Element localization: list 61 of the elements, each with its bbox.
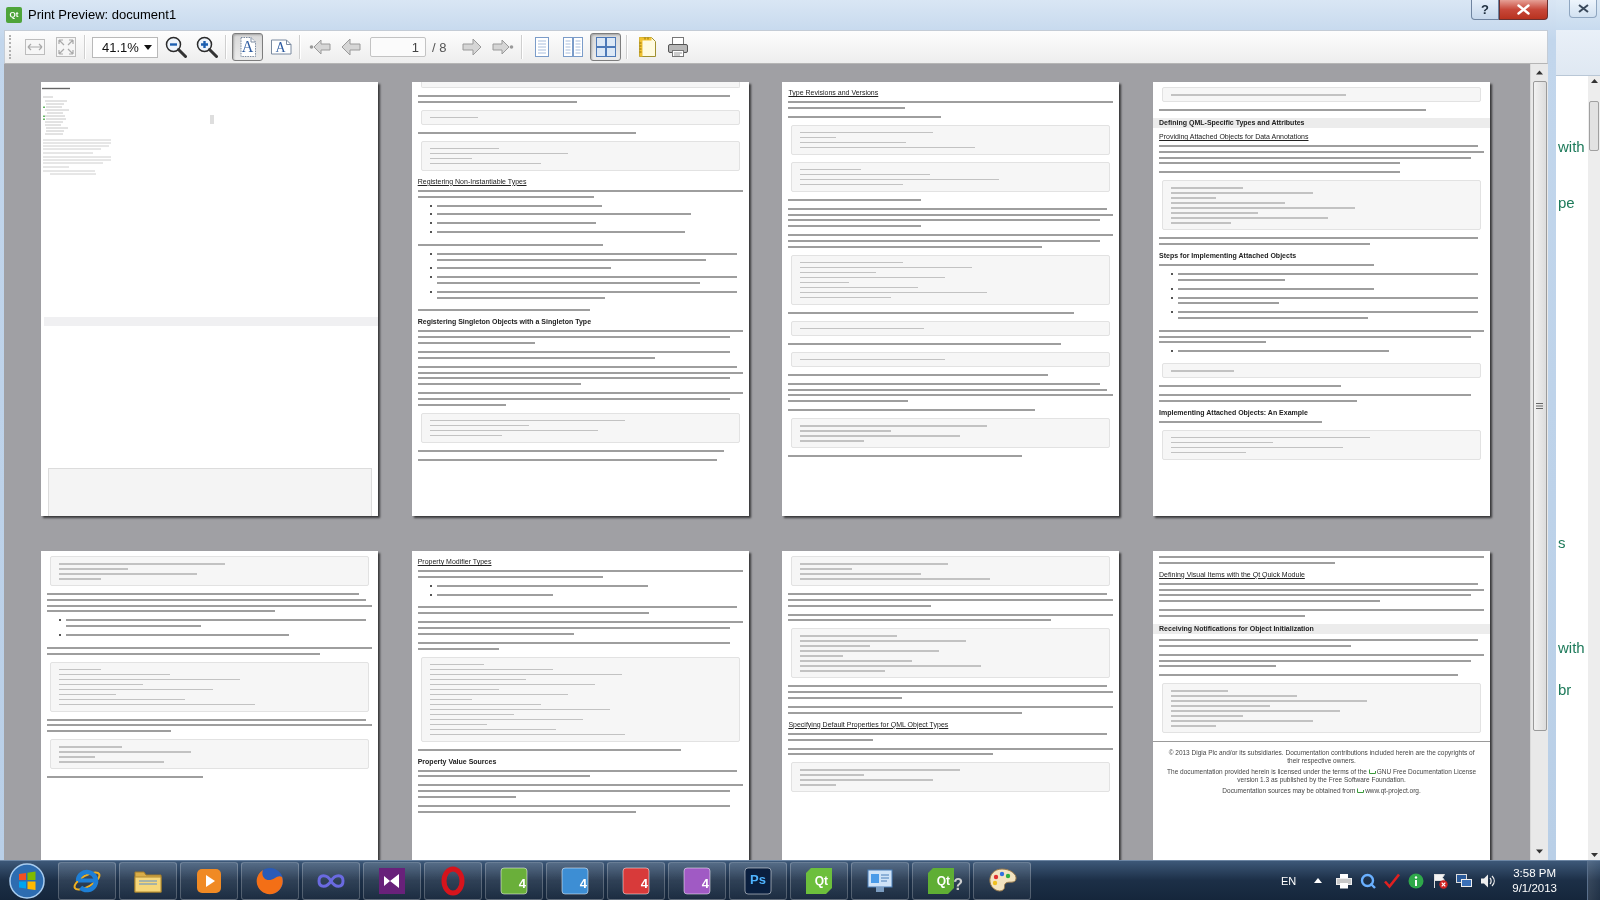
partial-heading: s (1558, 534, 1566, 552)
zoom-combo[interactable]: 41.1% (92, 36, 158, 58)
left-arrow-icon (339, 36, 362, 58)
printer-icon (666, 36, 689, 58)
show-desktop-button[interactable] (1587, 860, 1600, 900)
bowtie-tile-icon (377, 865, 407, 896)
caret-icon (144, 44, 152, 50)
portrait-button[interactable]: A (232, 33, 263, 61)
taskbar-button[interactable] (363, 861, 421, 900)
partial-heading: with (1558, 639, 1585, 657)
check-icon[interactable] (1384, 872, 1401, 889)
landscape-button[interactable]: A (267, 33, 294, 61)
taskbar-button[interactable] (973, 861, 1031, 900)
partial-heading: with (1558, 138, 1585, 156)
close-button[interactable] (1499, 0, 1548, 20)
window-title: Print Preview: document1 (28, 7, 177, 23)
two-pages-icon (561, 36, 584, 58)
taskbar-button[interactable] (851, 861, 909, 900)
landscape-page-icon (269, 36, 292, 58)
caret-icon[interactable] (1314, 878, 1323, 883)
close-icon (1577, 4, 1589, 13)
app-icon: Qt (6, 7, 22, 23)
help-button[interactable]: ? (1471, 0, 1499, 20)
taskbar-button[interactable]: 4 (607, 861, 665, 900)
horizontal-arrows-icon (23, 36, 46, 58)
toolbar-grip[interactable] (9, 35, 13, 59)
globe-icon (255, 865, 285, 896)
close-icon (1517, 4, 1530, 15)
page-count-label: / 8 (432, 39, 447, 55)
taskbar-button[interactable] (58, 861, 116, 900)
info-icon[interactable] (1408, 872, 1425, 889)
speaker-icon[interactable] (1480, 872, 1497, 889)
zoom-out-icon (164, 36, 187, 58)
flag-icon[interactable] (1432, 872, 1449, 889)
expand-arrows-icon (54, 36, 77, 58)
link-icon (1368, 769, 1376, 775)
all-pages-button[interactable] (590, 33, 622, 61)
scroll-thumb[interactable] (1532, 81, 1547, 731)
zoom-in-icon (195, 36, 218, 58)
scroll-thumb[interactable] (1589, 101, 1599, 151)
grip-icon (1536, 403, 1543, 409)
partial-heading: br (1558, 681, 1572, 699)
taskbar-button[interactable]: Ps (729, 861, 787, 900)
taskbar-button[interactable]: Qt ? (912, 861, 970, 900)
network-icon[interactable] (1456, 872, 1473, 889)
shaded-mark (210, 115, 214, 124)
partial-heading: pe (1558, 194, 1575, 212)
page-grid-icon (594, 36, 617, 58)
flag-orb-icon (9, 862, 45, 899)
window-toolbar (1556, 30, 1600, 76)
page-field[interactable]: 1 (370, 37, 426, 57)
magnifier-icon[interactable] (1360, 872, 1377, 889)
right-arrow-icon (460, 36, 483, 58)
taskbar-button[interactable]: 4 (668, 861, 726, 900)
taskbar-button[interactable] (119, 861, 177, 900)
link-icon (1357, 788, 1365, 794)
taskbar-button[interactable] (180, 861, 238, 900)
close-button[interactable] (1569, 0, 1597, 18)
printer-icon[interactable] (1336, 872, 1353, 889)
language-button[interactable]: EN (1280, 874, 1297, 887)
clock-button[interactable]: 3:58 PM 9/1/2013 (1512, 865, 1557, 896)
